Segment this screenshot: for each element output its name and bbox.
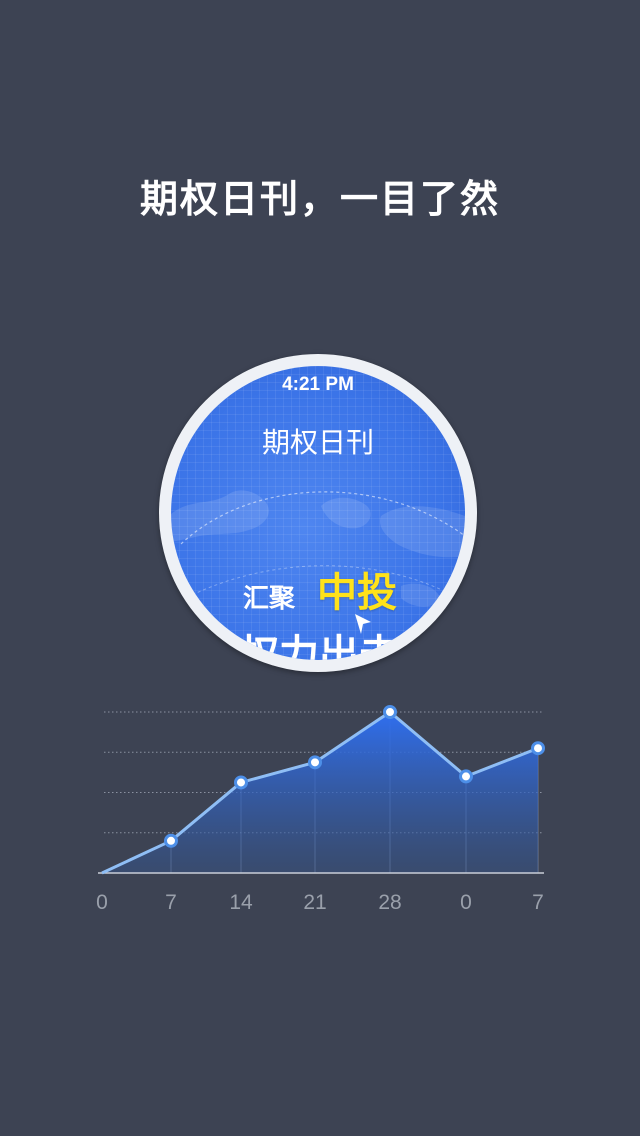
data-point (164, 833, 178, 848)
phone-preview-lens: 4:21 PM 期权日刊 汇聚 中投 权力出击 (159, 354, 477, 672)
x-tick-label: 7 (165, 891, 177, 914)
promo-text-line2: 权力出击 (239, 632, 399, 660)
data-point (459, 769, 473, 784)
x-tick-label: 14 (229, 891, 253, 914)
x-tick-label: 28 (378, 891, 401, 914)
chart-area-fill (102, 712, 538, 873)
x-tick-label: 0 (460, 891, 472, 914)
page-headline: 期权日刊，一目了然 (139, 177, 500, 221)
status-bar-time: 4:21 PM (282, 374, 354, 395)
x-tick-label: 7 (532, 891, 544, 914)
data-point (308, 755, 322, 770)
data-point (531, 741, 545, 756)
data-point (234, 775, 248, 790)
data-point (383, 705, 397, 719)
preview-app-title: 期权日刊 (261, 426, 374, 459)
phone-preview-screen: 4:21 PM 期权日刊 汇聚 中投 权力出击 (171, 366, 465, 660)
x-tick-label: 0 (96, 891, 108, 914)
area-chart: 0 7 14 21 28 0 7 (96, 705, 545, 914)
x-tick-label: 21 (303, 891, 326, 914)
promo-text-yellow: 中投 (317, 570, 397, 616)
promo-text-white: 汇聚 (243, 584, 296, 614)
